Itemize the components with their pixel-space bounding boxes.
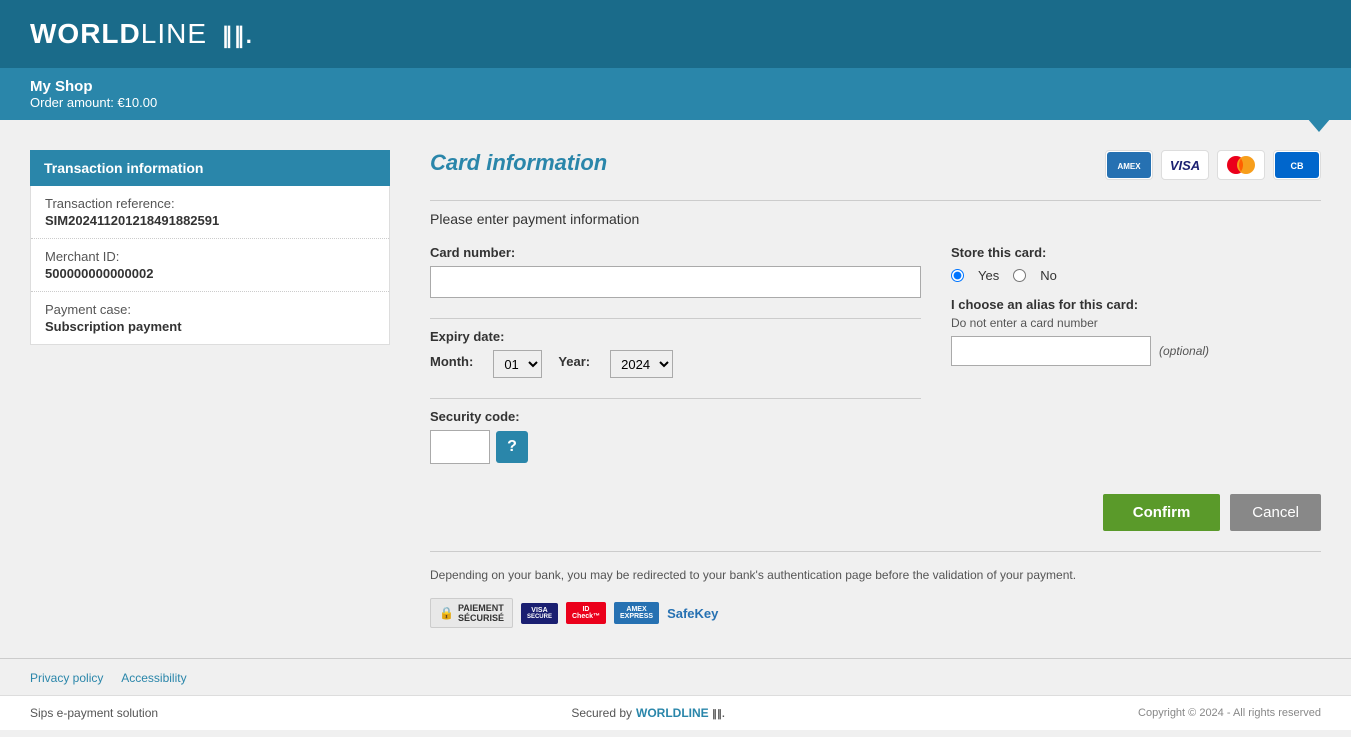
logo-symbol: ∥∥. bbox=[222, 23, 253, 49]
reference-label: Transaction reference: bbox=[45, 196, 375, 211]
payment-label: Payment case: bbox=[45, 302, 375, 317]
button-row: Confirm Cancel bbox=[430, 494, 1321, 531]
year-label: Year: bbox=[558, 354, 590, 369]
year-select[interactable]: 2024202520262027202820292030203120322033 bbox=[610, 350, 673, 378]
expiry-row: Month: 010203040506070809101112 Year: 20… bbox=[430, 350, 921, 378]
merchant-label: Merchant ID: bbox=[45, 249, 375, 264]
cancel-button[interactable]: Cancel bbox=[1230, 494, 1321, 531]
chevron-icon bbox=[1307, 118, 1331, 132]
card-info-header: Card information AMEX VISA bbox=[430, 150, 1321, 180]
transaction-title: Transaction information bbox=[30, 150, 390, 186]
radio-yes-label: Yes bbox=[978, 268, 999, 283]
paiement-securise-badge: 🔒 PAIEMENTSÉCURISÉ bbox=[430, 598, 513, 628]
mastercard-icon bbox=[1219, 152, 1263, 178]
store-card-no-radio[interactable] bbox=[1013, 269, 1026, 282]
svg-text:CB: CB bbox=[1291, 161, 1304, 171]
copyright-text: Copyright © 2024 - All rights reserved bbox=[1138, 707, 1321, 719]
svg-text:AMEX: AMEX bbox=[1117, 162, 1141, 171]
store-card-radio-row: Yes No bbox=[951, 268, 1321, 283]
month-select[interactable]: 010203040506070809101112 bbox=[493, 350, 542, 378]
sub-header: My Shop Order amount: €10.00 bbox=[0, 68, 1351, 120]
visa-logo: VISA bbox=[1161, 150, 1209, 180]
store-card-label: Store this card: bbox=[951, 245, 1321, 260]
please-enter-text: Please enter payment information bbox=[430, 211, 1321, 227]
order-value: €10.00 bbox=[117, 95, 157, 110]
radio-no-label: No bbox=[1040, 268, 1057, 283]
logo-line: LINE bbox=[141, 18, 207, 49]
cb-icon: CB bbox=[1275, 152, 1319, 178]
mid-divider bbox=[430, 318, 921, 319]
secured-by: Secured by WORLDLINE ∥∥. bbox=[571, 706, 724, 720]
payment-case-item: Payment case: Subscription payment bbox=[31, 292, 389, 344]
bottom-divider bbox=[430, 551, 1321, 552]
alias-hint: Do not enter a card number bbox=[951, 316, 1321, 330]
alias-row: (optional) bbox=[951, 336, 1321, 366]
top-divider bbox=[430, 200, 1321, 201]
card-logos: AMEX VISA bbox=[1105, 150, 1321, 180]
paiement-label: PAIEMENTSÉCURISÉ bbox=[458, 603, 504, 623]
mastercard-logo bbox=[1217, 150, 1265, 180]
transaction-info-box: Transaction reference: SIM20241120121849… bbox=[30, 186, 390, 345]
mastercard-secure-badge: ID Check™ bbox=[566, 602, 606, 624]
transaction-panel: Transaction information Transaction refe… bbox=[30, 150, 390, 648]
shop-name: My Shop bbox=[30, 78, 1321, 95]
svg-text:VISA: VISA bbox=[1170, 158, 1200, 173]
amex-icon: AMEX bbox=[1107, 152, 1151, 178]
card-number-group: Card number: bbox=[430, 245, 921, 298]
secured-by-text: Secured by bbox=[571, 706, 632, 720]
lock-icon: 🔒 bbox=[439, 606, 454, 620]
amex-safekey-badge-img: AMEX EXPRESS bbox=[614, 602, 659, 624]
merchant-value: 500000000000002 bbox=[45, 266, 375, 281]
expiry-group: Expiry date: Month: 01020304050607080910… bbox=[430, 329, 921, 378]
security-badges: 🔒 PAIEMENTSÉCURISÉ VISA SECURE ID Check™… bbox=[430, 598, 1321, 628]
bottom-notice: Depending on your bank, you may be redir… bbox=[430, 566, 1321, 584]
security-help-button[interactable]: ? bbox=[496, 431, 528, 463]
confirm-button[interactable]: Confirm bbox=[1103, 494, 1221, 531]
merchant-id-item: Merchant ID: 500000000000002 bbox=[31, 239, 389, 292]
footer-links: Privacy policy Accessibility bbox=[0, 658, 1351, 695]
order-label: Order amount: bbox=[30, 95, 114, 110]
security-code-input[interactable] bbox=[430, 430, 490, 464]
logo-world: WORLD bbox=[30, 18, 141, 49]
form-right: Store this card: Yes No I choose an alia… bbox=[951, 245, 1321, 464]
amex-logo: AMEX bbox=[1105, 150, 1153, 180]
card-info-title: Card information bbox=[430, 150, 607, 176]
safekey-badge: SafeKey bbox=[667, 606, 718, 621]
worldline-logo: WORLDLINE ∥∥. bbox=[30, 18, 253, 50]
footer-worldline-logo: WORLDLINE ∥∥. bbox=[636, 706, 725, 720]
security-code-group: Security code: ? bbox=[430, 409, 921, 464]
privacy-policy-link[interactable]: Privacy policy bbox=[30, 671, 103, 685]
form-left: Card number: Expiry date: Month: 0102030… bbox=[430, 245, 921, 464]
alias-label: I choose an alias for this card: bbox=[951, 297, 1321, 312]
card-number-input[interactable] bbox=[430, 266, 921, 298]
expiry-label: Expiry date: bbox=[430, 329, 921, 344]
alias-optional-label: (optional) bbox=[1159, 344, 1209, 358]
sips-label: Sips e-payment solution bbox=[30, 706, 158, 720]
form-row: Card number: Expiry date: Month: 0102030… bbox=[430, 245, 1321, 464]
order-amount: Order amount: €10.00 bbox=[30, 95, 1321, 110]
month-label: Month: bbox=[430, 354, 473, 369]
payment-value: Subscription payment bbox=[45, 319, 375, 334]
visa-icon: VISA bbox=[1163, 152, 1207, 178]
main-content: Transaction information Transaction refe… bbox=[0, 120, 1351, 658]
card-panel: Card information AMEX VISA bbox=[430, 150, 1321, 648]
security-label: Security code: bbox=[430, 409, 921, 424]
transaction-reference-item: Transaction reference: SIM20241120121849… bbox=[31, 186, 389, 239]
store-card-yes-radio[interactable] bbox=[951, 269, 964, 282]
visa-secure-badge: VISA SECURE bbox=[521, 603, 558, 624]
reference-value: SIM202411201218491882591 bbox=[45, 213, 375, 228]
security-input-row: ? bbox=[430, 430, 921, 464]
footer-bottom: Sips e-payment solution Secured by WORLD… bbox=[0, 695, 1351, 730]
card-number-label: Card number: bbox=[430, 245, 921, 260]
accessibility-link[interactable]: Accessibility bbox=[121, 671, 186, 685]
alias-input[interactable] bbox=[951, 336, 1151, 366]
site-header: WORLDLINE ∥∥. bbox=[0, 0, 1351, 68]
security-divider bbox=[430, 398, 921, 399]
cb-logo: CB bbox=[1273, 150, 1321, 180]
